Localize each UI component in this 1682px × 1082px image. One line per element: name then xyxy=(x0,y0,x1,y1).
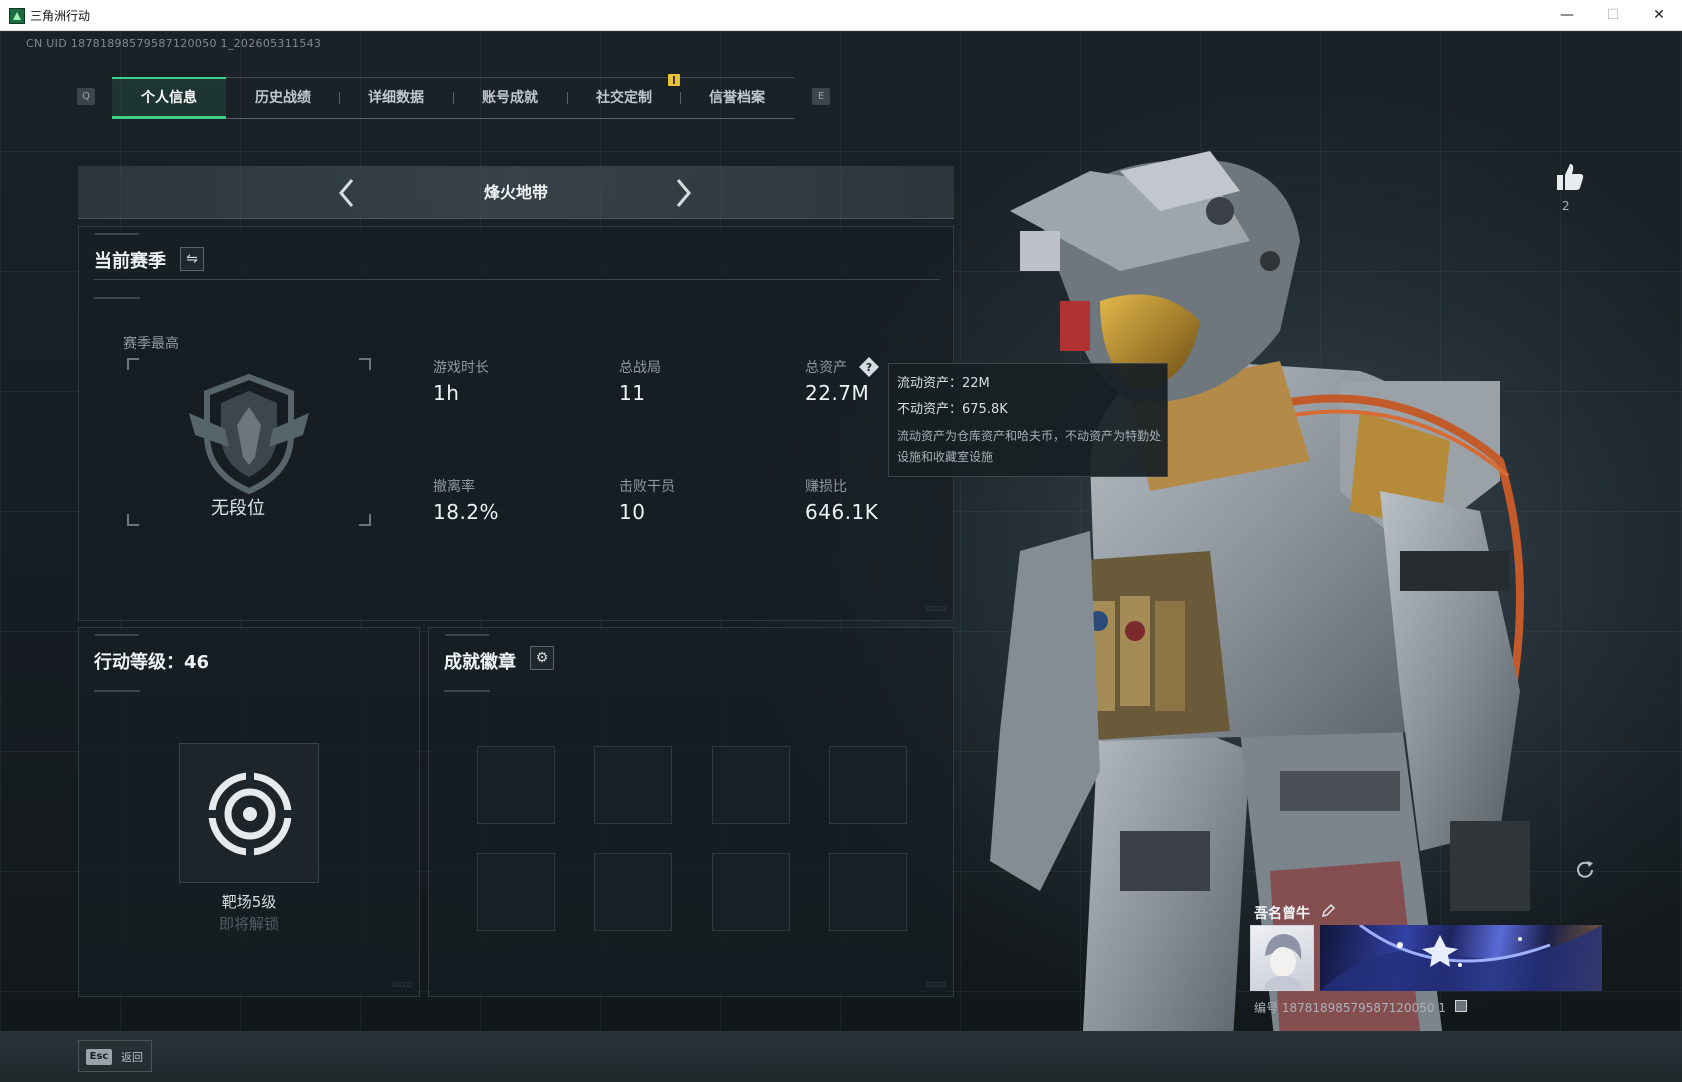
uid-text: CN UID 18781898579587120050 1_2026053115… xyxy=(26,37,322,50)
help-icon[interactable]: ? xyxy=(858,356,880,378)
avatar-illustration xyxy=(1263,934,1305,990)
close-button[interactable]: ✕ xyxy=(1636,0,1682,31)
decor-line xyxy=(94,690,140,692)
badge-settings-button[interactable]: ⚙ xyxy=(530,646,554,670)
switch-season-button[interactable]: ⇋ xyxy=(180,247,204,271)
tab-detailed-data[interactable]: 详细数据 xyxy=(339,77,453,119)
panel-corner-mark xyxy=(95,233,139,235)
tab-prev-key[interactable]: Q xyxy=(77,88,95,105)
rank-emblem-icon xyxy=(189,373,309,495)
profile-banner[interactable] xyxy=(1320,925,1602,991)
panel-corner-mark xyxy=(95,634,139,636)
minimize-button[interactable]: — xyxy=(1544,0,1590,31)
banner-illustration xyxy=(1320,925,1602,991)
stat-extraction-value: 18.2% xyxy=(433,500,500,524)
mode-selector: 烽火地带 xyxy=(78,166,954,219)
badge-slot[interactable] xyxy=(712,853,790,931)
badge-slot[interactable] xyxy=(829,853,907,931)
frame-corner xyxy=(359,514,371,526)
back-label: 返回 xyxy=(121,1051,143,1064)
like-count: 2 xyxy=(1562,199,1570,213)
chevron-right-icon xyxy=(676,179,691,207)
tooltip-fixed-assets: 不动资产：675.8K xyxy=(897,402,1008,417)
stat-kills-label: 击败干员 xyxy=(619,479,675,495)
panel-dots: ▫▫▫ xyxy=(925,604,947,614)
refresh-icon[interactable] xyxy=(1574,859,1596,881)
mode-next-button[interactable] xyxy=(668,176,698,210)
level-reward-box[interactable] xyxy=(179,743,319,883)
current-season-panel: 当前赛季 ⇋ 赛季最高 无段位 游戏时长 1h 总战局 11 总资产 22.7M… xyxy=(78,226,954,621)
badge-slot[interactable] xyxy=(594,853,672,931)
thumbs-up-icon[interactable] xyxy=(1554,161,1586,193)
badge-slot[interactable] xyxy=(712,746,790,824)
frame-corner xyxy=(127,514,139,526)
badge-slot[interactable] xyxy=(477,746,555,824)
stat-extraction-label: 撤离率 xyxy=(433,479,475,495)
tab-personal-info[interactable]: 个人信息 xyxy=(112,77,226,119)
window-title: 三角洲行动 xyxy=(30,9,91,23)
level-reward-name: 靶场5级 xyxy=(221,893,277,911)
svg-text:?: ? xyxy=(866,361,872,374)
badges-title: 成就徽章 xyxy=(444,652,516,673)
stat-profit-ratio-label: 赚损比 xyxy=(805,479,847,495)
target-icon xyxy=(206,770,294,858)
gear-icon: ⚙ xyxy=(535,650,549,666)
copy-icon[interactable] xyxy=(1455,1000,1467,1012)
badge-slot[interactable] xyxy=(594,746,672,824)
badge-slot[interactable] xyxy=(829,746,907,824)
season-rank-value: 无段位 xyxy=(211,498,265,519)
stat-playtime-label: 游戏时长 xyxy=(433,360,489,376)
badge-slot[interactable] xyxy=(477,853,555,931)
avatar[interactable] xyxy=(1250,925,1314,991)
tab-next-key[interactable]: E xyxy=(812,88,830,105)
swap-icon: ⇋ xyxy=(186,251,198,267)
back-button[interactable]: Esc 返回 xyxy=(78,1040,152,1072)
stat-assets-label: 总资产 xyxy=(805,360,847,376)
panel-dots: ▫▫▫ xyxy=(391,980,413,990)
frame-corner xyxy=(127,358,139,370)
action-level-title: 行动等级：46 xyxy=(94,652,210,673)
tab-social-custom[interactable]: 社交定制 xyxy=(567,77,681,119)
app-logo-icon xyxy=(9,8,25,24)
profile-card[interactable]: 吾名曾牛 编号 18781898579587120050 1 xyxy=(1250,901,1602,1029)
tooltip-liquid-assets: 流动资产：22M xyxy=(897,376,990,391)
achievement-badges-panel: 成就徽章 ⚙ ▫▫▫ xyxy=(428,627,954,997)
window-titlebar: 三角洲行动 — ☐ ✕ xyxy=(0,0,1682,31)
tab-credit-record[interactable]: 信誉档案 xyxy=(680,77,794,119)
season-title: 当前赛季 xyxy=(94,251,166,272)
stat-profit-ratio-value: 646.1K xyxy=(805,500,879,524)
decor-line xyxy=(444,690,490,692)
profile-id: 编号 18781898579587120050 1 xyxy=(1254,1001,1446,1015)
tab-achievements[interactable]: 账号成就 xyxy=(453,77,567,119)
edit-name-icon[interactable] xyxy=(1320,903,1336,919)
assets-tooltip: 流动资产：22M 不动资产：675.8K 流动资产为仓库资产和哈夫币，不动资产为… xyxy=(888,363,1168,477)
maximize-button[interactable]: ☐ xyxy=(1590,0,1636,31)
profile-name: 吾名曾牛 xyxy=(1254,906,1310,922)
panel-dots: ▫▫▫ xyxy=(925,980,947,990)
season-best-label: 赛季最高 xyxy=(123,336,179,352)
level-unlock-text: 即将解锁 xyxy=(218,915,279,933)
stat-matches-label: 总战局 xyxy=(619,360,661,376)
esc-key-icon: Esc xyxy=(86,1049,112,1065)
tab-match-history[interactable]: 历史战绩 xyxy=(226,77,340,119)
frame-corner xyxy=(359,358,371,370)
stat-assets-value: 22.7M xyxy=(805,381,870,405)
game-screen: ​ CN UID 18781898579587120050 1_20260531… xyxy=(0,31,1682,1082)
season-divider xyxy=(94,279,940,280)
stat-matches-value: 11 xyxy=(619,381,646,405)
stat-kills-value: 10 xyxy=(619,500,646,524)
mode-title: 烽火地带 xyxy=(483,183,548,202)
tab-bar: 个人信息 历史战绩 详细数据 账号成就 社交定制 信誉档案 xyxy=(112,77,794,119)
panel-corner-mark xyxy=(445,634,489,636)
bottom-bar: Esc 返回 xyxy=(0,1031,1682,1082)
decor-line xyxy=(94,297,140,299)
tab-notification-icon xyxy=(668,74,680,86)
tooltip-description: 流动资产为仓库资产和哈夫币，不动资产为特勤处设施和收藏室设施 xyxy=(897,429,1162,464)
stat-playtime-value: 1h xyxy=(433,381,460,405)
